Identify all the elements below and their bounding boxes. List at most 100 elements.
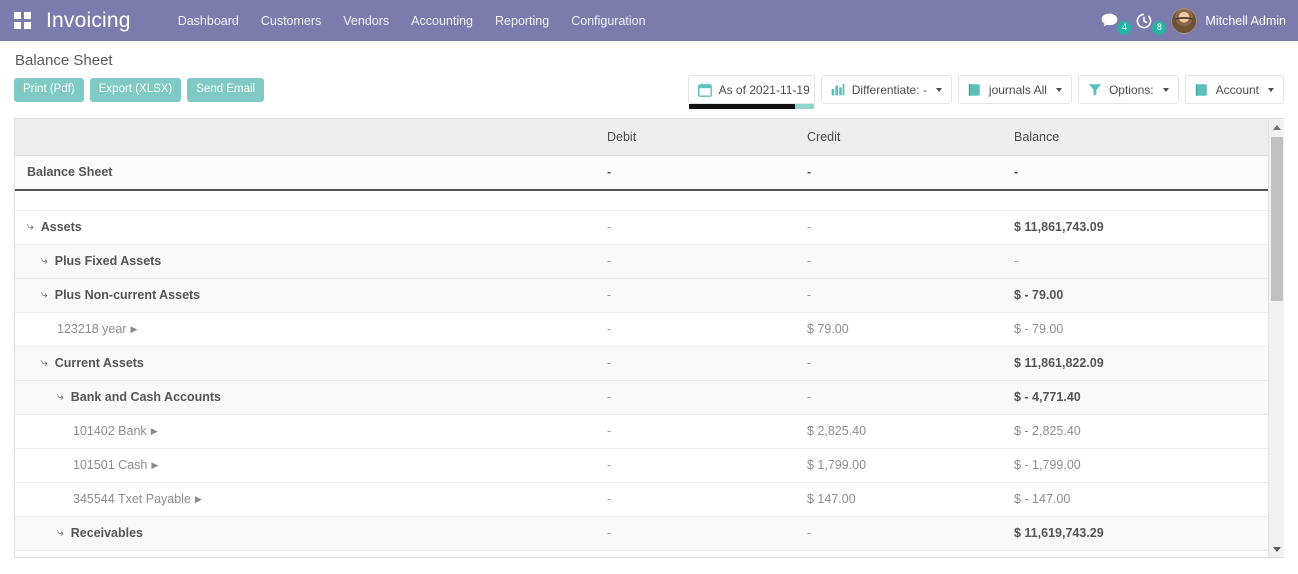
row-credit-cell-value: - — [807, 254, 811, 268]
table-row[interactable]: ⤷Bank and Cash Accounts--$ - 4,771.40 — [15, 380, 1271, 414]
menu-item-vendors[interactable]: Vendors — [332, 8, 400, 34]
row-debit-cell: - — [607, 448, 807, 482]
account-filter[interactable]: Account — [1185, 75, 1284, 104]
row-label-wrapper: 101501 Cash ▶ — [73, 458, 607, 472]
row-credit-cell: - — [807, 516, 1014, 550]
row-label: 101402 Bank — [73, 424, 147, 438]
row-debit-cell: - — [607, 482, 807, 516]
funnel-icon — [1088, 83, 1102, 96]
row-label: Bank and Cash Accounts — [71, 390, 221, 404]
comparison-filter[interactable]: Differentiate: - — [821, 75, 952, 104]
row-balance-cell: $ 11,861,822.09 — [1014, 346, 1271, 380]
row-label-wrapper: ⤷Receivables — [57, 526, 607, 540]
menu-item-dashboard[interactable]: Dashboard — [167, 8, 250, 34]
vertical-scrollbar[interactable] — [1268, 119, 1284, 557]
table-row[interactable]: 123218 year▶-$ 79.00$ - 79.00 — [15, 312, 1271, 346]
comparison-filter-label: Differentiate: - — [852, 83, 927, 97]
journals-filter-label: journals All — [989, 83, 1047, 97]
book-icon — [968, 83, 982, 97]
table-row[interactable]: ⤷Receivables--$ 11,619,743.29 — [15, 516, 1271, 550]
row-label-cell[interactable]: 101501 Cash ▶ — [15, 448, 607, 482]
scroll-up-arrow[interactable] — [1269, 119, 1284, 135]
row-credit-cell-value: $ 2,825.40 — [807, 424, 866, 438]
row-credit-cell: - — [807, 210, 1014, 244]
report-table-container: Debit Credit Balance Balance Sheet - - -… — [14, 118, 1284, 558]
bar-chart-icon — [831, 83, 845, 96]
row-credit-cell: $ 147.00 — [807, 482, 1014, 516]
row-balance-cell: $ - 1,799.00 — [1014, 448, 1271, 482]
row-balance-cell: $ 11,619,743.29 — [1014, 516, 1271, 550]
send-email-button[interactable]: Send Email — [187, 78, 264, 102]
report-title-row: Balance Sheet - - - — [15, 155, 1271, 190]
row-label-cell[interactable]: 101402 Bank ▶ — [15, 414, 607, 448]
row-label: 345544 Txet Payable — [73, 492, 191, 506]
row-debit-cell: - — [607, 210, 807, 244]
fold-arrow-icon[interactable]: ▶ — [195, 495, 202, 504]
row-balance-cell: $ - 79.00 — [1014, 278, 1271, 312]
row-balance-cell-value: $ - 2,825.40 — [1014, 424, 1081, 438]
row-label-wrapper: ⤷ Bank and Cash Accounts — [57, 390, 607, 404]
row-balance-cell-value: $ - 79.00 — [1014, 288, 1063, 302]
row-debit-cell-value: - — [607, 424, 611, 438]
column-header-balance: Balance — [1014, 119, 1271, 155]
options-filter[interactable]: Options: — [1078, 75, 1179, 104]
table-row[interactable]: 345544 Txet Payable ▶ -$ 147.00$ - 147.00 — [15, 482, 1271, 516]
apps-grid-icon[interactable] — [14, 12, 32, 30]
row-label-cell[interactable]: ⤷Receivables — [15, 516, 607, 550]
fold-arrow-icon[interactable]: ▶ — [151, 427, 158, 436]
row-label-cell[interactable]: ⤷Assets — [15, 210, 607, 244]
messages-button[interactable]: 4 — [1092, 13, 1127, 28]
table-row[interactable]: ⤷Plus Non-current Assets--$ - 79.00 — [15, 278, 1271, 312]
print-pdf-button[interactable]: Print (Pdf) — [14, 78, 84, 102]
row-label-cell[interactable]: ⤷ Plus Non-current Assets — [15, 278, 607, 312]
journals-filter[interactable]: journals All — [958, 75, 1072, 104]
row-balance-cell-value: $ - 147.00 — [1014, 492, 1070, 506]
chevron-down-icon — [1163, 88, 1169, 92]
table-row[interactable]: ⤷Assets--$ 11,861,743.09 — [15, 210, 1271, 244]
row-label-cell[interactable]: ⤷Current Assets — [15, 346, 607, 380]
row-label: 101501 Cash — [73, 458, 147, 472]
row-label-wrapper: ⤷Assets — [27, 220, 607, 234]
row-label-cell[interactable]: ⤷ Bank and Cash Accounts — [15, 380, 607, 414]
table-row[interactable]: 101501 Cash▶-$ 1,799.00$ - 1,799.00 — [15, 448, 1271, 482]
unfold-arrow-icon[interactable]: ⤷ — [27, 220, 34, 232]
menu-item-reporting[interactable]: Reporting — [484, 8, 560, 34]
table-body: Balance Sheet - - - — [15, 155, 1271, 210]
scroll-down-arrow[interactable] — [1269, 541, 1284, 557]
report-rows: ⤷Assets--$ 11,861,743.09⤷Plus Fixed Asse… — [15, 210, 1271, 550]
row-label-cell[interactable]: 345544 Txet Payable ▶ — [15, 482, 607, 516]
table-row[interactable]: ⤷Plus Fixed Assets--- — [15, 244, 1271, 278]
row-balance-cell: $ - 79.00 — [1014, 312, 1271, 346]
export-xlsx-button[interactable]: Export (XLSX) — [90, 78, 182, 102]
row-label-wrapper: 101402 Bank ▶ — [73, 424, 607, 438]
row-credit-cell-value: - — [807, 356, 811, 370]
fold-arrow-icon[interactable]: ▶ — [151, 461, 158, 470]
menu-item-accounting[interactable]: Accounting — [400, 8, 484, 34]
table-row[interactable]: 101402 Bank ▶ - $ 2,825.40 $ - 2,825.40 — [15, 414, 1271, 448]
column-header-debit: Debit — [607, 119, 807, 155]
row-balance-cell-value: $ 11,861,743.09 — [1014, 220, 1104, 234]
row-label: Plus Non-current Assets — [55, 288, 200, 302]
app-brand-title[interactable]: Invoicing — [46, 9, 131, 33]
menu-item-configuration[interactable]: Configuration — [560, 8, 656, 34]
row-debit-cell: - — [607, 346, 807, 380]
activities-button[interactable]: 8 — [1127, 13, 1161, 29]
unfold-arrow-icon[interactable]: ⤷ — [41, 254, 48, 266]
menu-item-customers[interactable]: Customers — [250, 8, 332, 34]
row-label-cell[interactable]: 123218 year▶ — [15, 312, 607, 346]
date-filter[interactable]: As of 2021-11-19 — [688, 75, 815, 104]
calendar-icon — [698, 83, 712, 97]
unfold-arrow-icon[interactable]: ⤷ — [41, 356, 48, 368]
row-label-wrapper: ⤷ Plus Non-current Assets — [41, 288, 607, 302]
options-filter-label: Options: — [1109, 83, 1154, 97]
row-debit-cell-value: - — [607, 254, 611, 268]
fold-arrow-icon[interactable]: ▶ — [131, 325, 138, 334]
row-label-cell[interactable]: ⤷Plus Fixed Assets — [15, 244, 607, 278]
unfold-arrow-icon[interactable]: ⤷ — [57, 526, 64, 538]
unfold-arrow-icon[interactable]: ⤷ — [41, 288, 48, 300]
unfold-arrow-icon[interactable]: ⤷ — [57, 390, 64, 402]
table-row[interactable]: ⤷Current Assets--$ 11,861,822.09 — [15, 346, 1271, 380]
scroll-thumb[interactable] — [1271, 137, 1283, 301]
row-label-wrapper: 345544 Txet Payable ▶ — [73, 492, 607, 506]
user-menu[interactable]: Mitchell Admin — [1161, 8, 1286, 34]
